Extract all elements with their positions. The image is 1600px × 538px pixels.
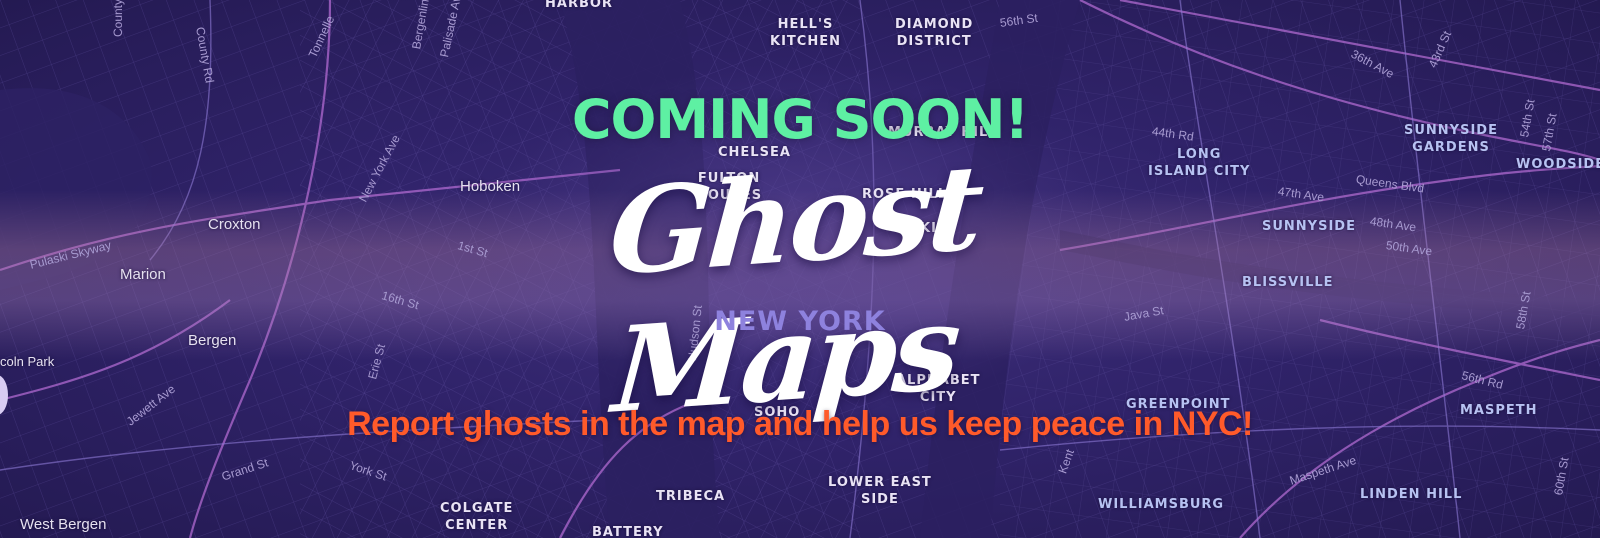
neighborhood-label: SUNNYSIDE	[1262, 219, 1356, 234]
logo-wordmark: Ghost Maps	[605, 137, 985, 440]
neighborhood-label: LINDEN HILL	[1360, 487, 1463, 502]
neighborhood-label: DIAMOND DISTRICT	[895, 17, 974, 49]
neighborhood-label: WOODSIDE	[1516, 157, 1600, 172]
town-label: coln Park	[0, 354, 55, 369]
neighborhood-label: LONG ISLAND CITY	[1148, 147, 1251, 179]
town-label: West Bergen	[20, 516, 107, 533]
neighborhood-label: TRIBECA	[656, 489, 726, 504]
neighborhood-label: BLISSVILLE	[1242, 275, 1334, 290]
town-label: Croxton	[208, 216, 261, 233]
town-label: Marion	[120, 266, 166, 283]
street-label: County Rd	[111, 0, 125, 37]
neighborhood-label: HELL'S KITCHEN	[770, 17, 841, 49]
neighborhood-label: WILLIAMSBURG	[1098, 497, 1225, 512]
neighborhood-label: LOWER EAST SIDE	[828, 475, 932, 507]
tagline: Report ghosts in the map and help us kee…	[347, 405, 1253, 443]
coming-soon-heading: COMING SOON!	[571, 88, 1029, 151]
city-subtitle: NEW YORK	[714, 306, 886, 337]
coming-soon-banner: County Rd County Rd Bergenline Palisade …	[0, 0, 1600, 538]
neighborhood-label: COLGATE CENTER	[440, 501, 514, 533]
neighborhood-label: HARBOR	[545, 0, 613, 11]
neighborhood-label: BATTERY	[592, 525, 664, 538]
